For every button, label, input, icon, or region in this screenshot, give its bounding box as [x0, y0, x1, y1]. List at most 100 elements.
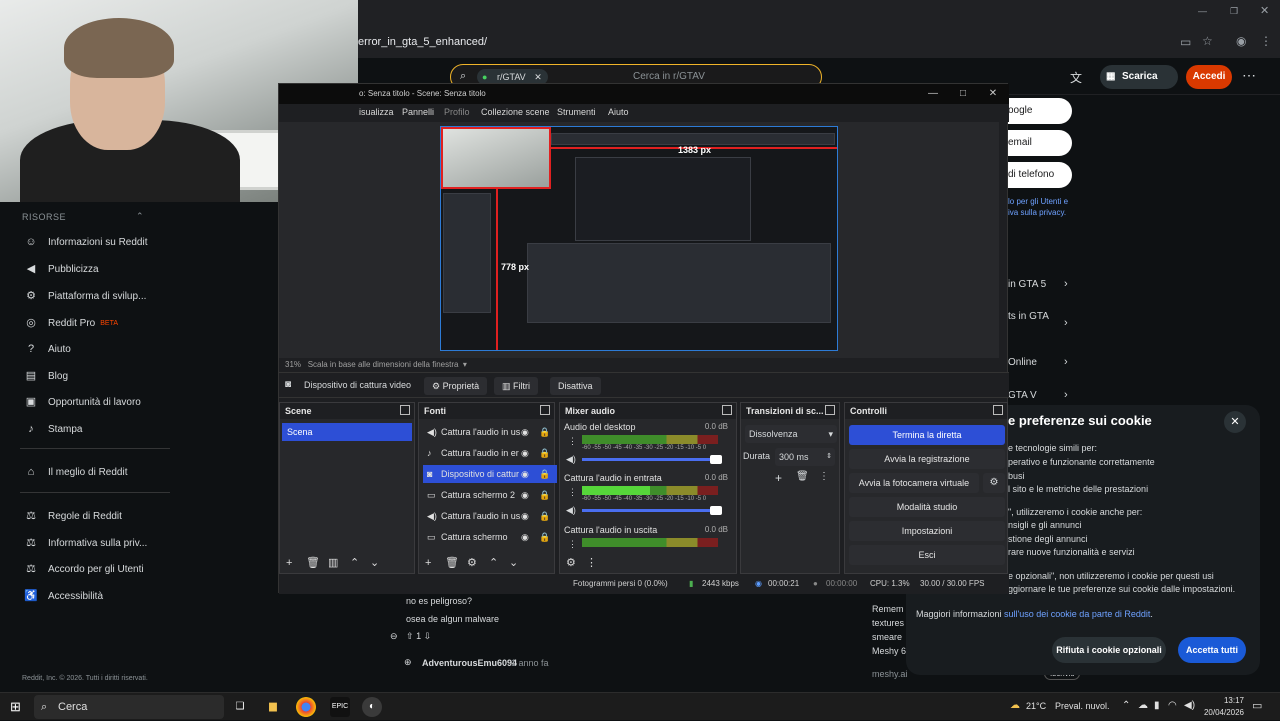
- scene-item[interactable]: Scena: [282, 423, 412, 441]
- trash-icon[interactable]: 🗑: [445, 556, 459, 569]
- login-google-button[interactable]: oogle: [1008, 98, 1072, 124]
- chevron-up-icon[interactable]: ⌃: [1122, 700, 1130, 711]
- menu-icon[interactable]: ⋮: [1260, 34, 1272, 48]
- login-button[interactable]: Accedi: [1186, 65, 1232, 89]
- menu-docks[interactable]: Pannelli: [402, 107, 434, 117]
- comment-author[interactable]: AdventurousEmu6094: [422, 658, 517, 668]
- translate-icon[interactable]: 文: [1070, 69, 1082, 86]
- arrow-up-icon[interactable]: ⌃: [350, 556, 359, 569]
- minimize-icon[interactable]: —: [921, 84, 945, 104]
- slider-knob[interactable]: [710, 506, 722, 515]
- arrow-down-icon[interactable]: ⌄: [509, 556, 518, 569]
- add-icon[interactable]: +: [775, 471, 782, 485]
- undock-icon[interactable]: [722, 405, 732, 415]
- profile-icon[interactable]: ◉: [1236, 34, 1246, 48]
- wifi-icon[interactable]: ◠: [1168, 700, 1177, 711]
- related-post-1[interactable]: in GTA 5: [1008, 279, 1046, 290]
- eye-icon[interactable]: ◉: [521, 528, 529, 546]
- bookmark-star-icon[interactable]: ☆: [1202, 34, 1213, 48]
- sidebar-item-rules[interactable]: ⚖ Regole di Reddit: [24, 507, 122, 525]
- clock[interactable]: 13:17 20/04/2026: [1198, 695, 1244, 719]
- epic-games-icon[interactable]: EPIC: [330, 697, 350, 717]
- undock-icon[interactable]: [825, 405, 835, 415]
- preview-scale[interactable]: 31% Scala in base alle dimensioni della …: [285, 360, 467, 369]
- close-icon[interactable]: ✕: [981, 84, 1005, 104]
- collapse-thread-icon[interactable]: ⊖: [390, 631, 398, 642]
- sidebar-item-privacy[interactable]: ⚖ Informativa sulla priv...: [24, 534, 147, 552]
- windows-start-icon[interactable]: ⊞: [10, 699, 21, 715]
- upvote-icon[interactable]: ⇧: [406, 631, 414, 641]
- arrow-up-icon[interactable]: ⌃: [489, 556, 498, 569]
- reject-cookies-button[interactable]: Rifiuta i cookie opzionali: [1052, 637, 1166, 663]
- menu-tools[interactable]: Strumenti: [557, 107, 596, 117]
- filters-button[interactable]: ▥ Filtri: [494, 377, 539, 395]
- source-item[interactable]: ◀) Cattura l'audio in us ◉ 🔒: [423, 423, 557, 441]
- volume-icon[interactable]: ◀): [1184, 700, 1195, 711]
- deactivate-button[interactable]: Disattiva: [550, 377, 601, 395]
- slider-knob[interactable]: [710, 455, 722, 464]
- sidebar-item-press[interactable]: ♪ Stampa: [24, 420, 82, 438]
- add-icon[interactable]: +: [425, 557, 431, 569]
- volume-slider[interactable]: [582, 455, 722, 464]
- sidebar-item-careers[interactable]: ▣ Opportunità di lavoro: [24, 393, 141, 411]
- task-view-icon[interactable]: ❑: [230, 697, 250, 717]
- expand-thread-icon[interactable]: ⊕: [404, 657, 412, 668]
- preview-webcam-source[interactable]: [441, 127, 551, 189]
- menu-view[interactable]: isualizza: [359, 107, 394, 117]
- speaker-icon[interactable]: ◀): [566, 505, 576, 516]
- sidebar-item-blog[interactable]: ▤ Blog: [24, 367, 68, 385]
- obs-title-bar[interactable]: o: Senza titolo - Scene: Senza titolo: [279, 84, 1009, 104]
- properties-button[interactable]: ⚙ Proprietà: [424, 377, 488, 395]
- lock-icon[interactable]: 🔒: [539, 528, 550, 546]
- kebab-icon[interactable]: ⋮: [819, 471, 829, 482]
- kebab-icon[interactable]: ⋮: [568, 487, 577, 498]
- source-item[interactable]: ▭ Cattura schermo 2 ◉ 🔒: [423, 486, 557, 504]
- related-post-3[interactable]: Online: [1008, 357, 1037, 368]
- battery-icon[interactable]: ▮: [1154, 700, 1160, 711]
- cast-icon[interactable]: ▭: [1180, 35, 1191, 49]
- stepper-icon[interactable]: ⇕: [826, 448, 832, 466]
- lock-icon[interactable]: 🔒: [539, 465, 550, 483]
- eye-icon[interactable]: ◉: [521, 465, 529, 483]
- privacy-link[interactable]: iva sulla privacy.: [1008, 208, 1066, 217]
- trash-icon[interactable]: 🗑: [796, 471, 809, 482]
- minimize-icon[interactable]: —: [1198, 6, 1207, 16]
- transition-select[interactable]: Dissolvenza ▾: [745, 425, 837, 443]
- menu-scene-collection[interactable]: Collezione scene: [481, 107, 550, 117]
- kebab-icon[interactable]: ⋮: [568, 436, 577, 447]
- preview-canvas[interactable]: 1383 px 778 px: [440, 126, 838, 351]
- undock-icon[interactable]: [540, 405, 550, 415]
- stop-stream-button[interactable]: Termina la diretta: [849, 425, 1005, 445]
- close-icon[interactable]: ✕: [1224, 411, 1246, 433]
- studio-mode-button[interactable]: Modalità studio: [849, 497, 1005, 517]
- sidebar-item-accessibility[interactable]: ♿ Accessibilità: [24, 587, 103, 605]
- source-item[interactable]: ▭ Cattura schermo ◉ 🔒: [423, 528, 557, 546]
- sidebar-item-pro[interactable]: ◎ Reddit Pro BETA: [24, 314, 118, 332]
- eye-icon[interactable]: ◉: [521, 444, 529, 462]
- volume-slider[interactable]: [582, 506, 722, 515]
- obs-icon[interactable]: ◐: [362, 697, 382, 717]
- source-item[interactable]: ◀) Cattura l'audio in us ◉ 🔒: [423, 507, 557, 525]
- downvote-icon[interactable]: ⇩: [424, 631, 432, 641]
- add-icon[interactable]: +: [286, 557, 292, 569]
- source-item[interactable]: ◙ Dispositivo di cattur ◉ 🔒: [423, 465, 557, 483]
- close-icon[interactable]: ✕: [1260, 4, 1269, 17]
- accept-cookies-button[interactable]: Accetta tutti: [1178, 637, 1246, 663]
- sidebar-item-agreement[interactable]: ⚖ Accordo per gli Utenti: [24, 560, 144, 578]
- gear-icon[interactable]: ⚙: [983, 473, 1005, 493]
- start-virtual-camera-button[interactable]: Avvia la fotocamera virtuale: [849, 473, 979, 493]
- lock-icon[interactable]: 🔒: [539, 444, 550, 462]
- undock-icon[interactable]: [993, 405, 1003, 415]
- get-app-button[interactable]: ▦ Scarica l'app: [1100, 65, 1178, 106]
- settings-button[interactable]: Impostazioni: [849, 521, 1005, 541]
- kebab-icon[interactable]: ⋮: [568, 539, 577, 550]
- file-explorer-icon[interactable]: ▆: [263, 697, 283, 717]
- eye-icon[interactable]: ◉: [521, 507, 529, 525]
- exit-button[interactable]: Esci: [849, 545, 1005, 565]
- eye-icon[interactable]: ◉: [521, 423, 529, 441]
- trash-icon[interactable]: 🗑: [306, 556, 320, 569]
- arrow-down-icon[interactable]: ⌄: [370, 556, 379, 569]
- eye-icon[interactable]: ◉: [521, 486, 529, 504]
- source-item[interactable]: ♪ Cattura l'audio in er ◉ 🔒: [423, 444, 557, 462]
- sidebar-item-help[interactable]: ? Aiuto: [24, 340, 71, 358]
